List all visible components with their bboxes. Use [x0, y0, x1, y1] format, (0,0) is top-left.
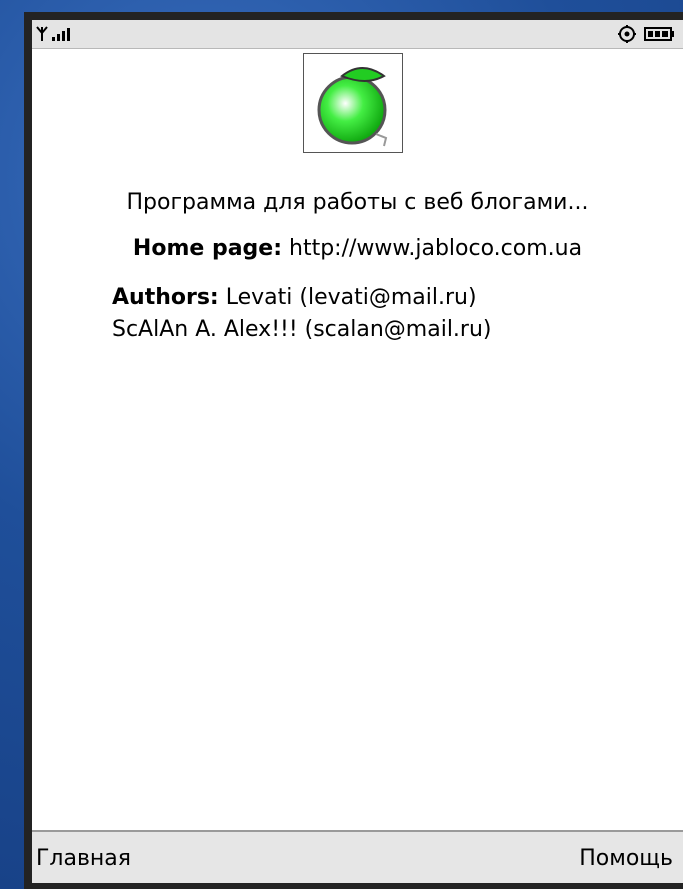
app-description: Программа для работы с веб блогами...: [126, 190, 589, 215]
battery-icon: [644, 27, 674, 41]
homepage-label: Home page:: [132, 236, 283, 261]
status-icons: [618, 25, 674, 43]
softkey-bar: Главная Помощь: [32, 830, 683, 883]
apple-icon: [317, 67, 388, 147]
homepage-link[interactable]: http://www.jabloco.com.ua: [289, 236, 582, 261]
author-1: Levati (levati@mail.ru): [225, 285, 477, 310]
status-bar: [32, 20, 683, 49]
signal-icon: [36, 26, 70, 41]
softkey-left-main[interactable]: Главная: [36, 846, 131, 871]
softkey-right-help[interactable]: Помощь: [579, 846, 673, 871]
app-logo: [303, 53, 403, 153]
about-content: Программа для работы с веб блогами... Ho…: [32, 48, 683, 830]
authors-line-1: Authors: Levati (levati@mail.ru): [112, 282, 672, 314]
authors-label: Authors:: [112, 285, 219, 310]
settings-icon: [618, 25, 636, 43]
author-2: ScAlAn A. Alex!!! (scalan@mail.ru): [112, 317, 492, 342]
homepage-line: Home page: http://www.jabloco.com.ua: [32, 236, 683, 261]
phone-screen: Программа для работы с веб блогами... Ho…: [32, 20, 683, 883]
authors-block: Authors: Levati (levati@mail.ru) ScAlAn …: [112, 282, 672, 346]
